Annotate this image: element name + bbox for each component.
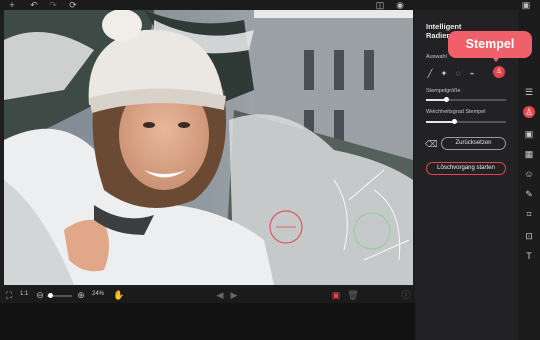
zoom-slider-knob[interactable] xyxy=(48,293,53,298)
add-icon[interactable]: + xyxy=(6,0,18,10)
top-toolbar: + ↶ ↷ ⟳ ◫ ◉ ▣ xyxy=(0,0,540,10)
stamp-tooltip-tail xyxy=(492,57,500,62)
redo-icon[interactable]: ↷ xyxy=(47,0,59,10)
brush-icon[interactable]: ▦ xyxy=(523,148,535,160)
crop-icon[interactable]: ⌗ xyxy=(523,208,535,220)
refresh-icon[interactable]: ⟳ xyxy=(67,0,79,10)
magic-wand-icon[interactable]: ✦ xyxy=(439,69,449,79)
save-icon[interactable]: ▣ xyxy=(520,0,532,10)
eraser-icon[interactable]: ⌫ xyxy=(425,139,438,149)
hand-icon[interactable]: ✋ xyxy=(113,290,125,300)
eraser-panel: Intelligent Radierer Auswahl ╱ ✦ ◌ ⌁ Ste… xyxy=(415,10,518,340)
ratio-label[interactable]: 1:1 xyxy=(20,291,28,297)
info-icon[interactable]: ⓘ xyxy=(400,290,412,300)
stamp-size-label: Stempelgröße xyxy=(426,88,461,94)
stamp-tooltip: Stempel xyxy=(448,31,532,58)
stamp-tool-active[interactable]: ♙ xyxy=(493,66,505,78)
pen-icon[interactable]: ✎ xyxy=(523,188,535,200)
stamp-size-fill xyxy=(426,99,446,101)
lasso-icon[interactable]: ◌ xyxy=(453,69,463,79)
image-view-icon[interactable]: ▣ xyxy=(330,290,342,300)
photo-canvas[interactable] xyxy=(4,10,413,285)
polygon-lasso-icon[interactable]: ⌁ xyxy=(467,69,477,79)
start-erase-button[interactable]: Löschvorgang starten xyxy=(426,162,506,175)
photo-image xyxy=(4,10,413,285)
previous-icon[interactable]: ◀ xyxy=(214,290,226,300)
bottom-empty-area xyxy=(0,303,415,340)
softness-fill xyxy=(426,121,454,123)
bottom-toolbar: ⛶ 1:1 ⊖ ⊕ 24% ✋ ◀ ▶ ▣ 🗑 ⓘ xyxy=(0,287,415,303)
softness-label: Weichheitsgrad Stempel xyxy=(426,109,486,115)
zoom-value: 24% xyxy=(92,291,105,297)
zoom-out-icon[interactable]: ⊖ xyxy=(34,290,46,300)
image-icon[interactable]: ▣ xyxy=(523,128,535,140)
stamp-size-knob[interactable] xyxy=(444,97,449,102)
right-tool-rail: ☰ ♙ ▣ ▦ ☺ ✎ ⌗ ⊡ T xyxy=(518,10,540,340)
face-icon[interactable]: ☺ xyxy=(523,168,535,180)
stamp-icon: ♙ xyxy=(495,68,503,75)
fit-screen-icon[interactable]: ⛶ xyxy=(3,290,15,300)
transform-icon[interactable]: ⊡ xyxy=(523,230,535,242)
line-tool-icon[interactable]: ╱ xyxy=(425,69,435,79)
stamp-icon[interactable]: ♙ xyxy=(523,106,535,118)
next-icon[interactable]: ▶ xyxy=(228,290,240,300)
softness-knob[interactable] xyxy=(452,119,457,124)
eye-icon[interactable]: ◉ xyxy=(394,0,406,10)
text-icon[interactable]: T xyxy=(523,250,535,262)
undo-icon[interactable]: ↶ xyxy=(28,0,40,10)
selection-label: Auswahl xyxy=(426,54,447,60)
reset-button[interactable]: Zurücksetzen xyxy=(441,137,506,150)
sliders-icon[interactable]: ☰ xyxy=(523,86,535,98)
zoom-in-icon[interactable]: ⊕ xyxy=(75,290,87,300)
delete-icon[interactable]: 🗑 xyxy=(347,290,359,300)
compare-icon[interactable]: ◫ xyxy=(374,0,386,10)
